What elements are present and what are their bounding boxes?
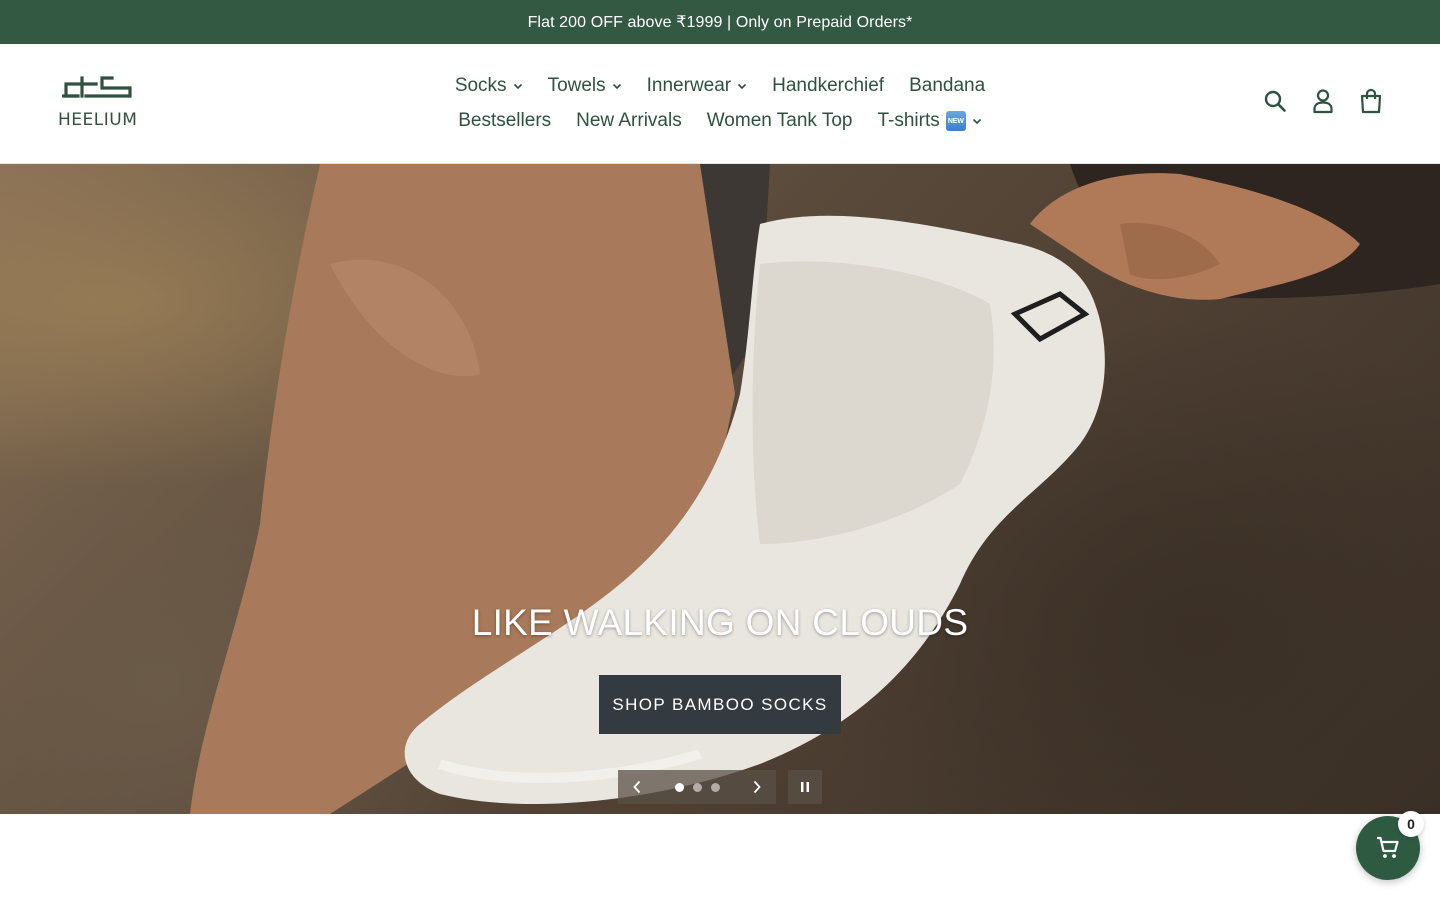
nav-label: Handkerchief — [772, 75, 885, 96]
shopping-cart-icon — [1377, 836, 1399, 858]
nav-item-new-arrivals[interactable]: New Arrivals — [564, 107, 695, 135]
chevron-down-icon — [972, 116, 982, 126]
chevron-right-icon[interactable] — [750, 780, 764, 794]
primary-nav-row-1: Socks Towels Innerwear Handkerchief Band… — [0, 72, 1440, 100]
announcement-text: Flat 200 OFF above ₹1999 | Only on Prepa… — [527, 14, 913, 31]
slide-dot[interactable] — [710, 782, 720, 792]
nav-label: New Arrivals — [576, 110, 682, 131]
nav-item-t-shirts[interactable]: T-shirts NEW — [865, 107, 994, 135]
nav-item-bestsellers[interactable]: Bestsellers — [446, 107, 564, 135]
slideshow-controls — [618, 770, 822, 804]
announcement-bar: Flat 200 OFF above ₹1999 | Only on Prepa… — [0, 0, 1440, 44]
nav-label: Bandana — [909, 75, 986, 96]
nav-label: Innerwear — [646, 75, 732, 96]
chevron-down-icon — [737, 81, 747, 91]
slideshow-dots — [674, 782, 720, 792]
chevron-down-icon — [612, 81, 622, 91]
account-icon[interactable] — [1310, 88, 1336, 114]
header-actions — [1262, 88, 1384, 114]
nav-label: Women Tank Top — [706, 110, 853, 131]
slide-dot[interactable] — [692, 782, 702, 792]
nav-item-bandana[interactable]: Bandana — [897, 72, 998, 100]
nav-item-women-tank-top[interactable]: Women Tank Top — [694, 107, 865, 135]
slide-dot[interactable] — [674, 782, 684, 792]
chevron-left-icon[interactable] — [630, 780, 644, 794]
nav-label: T-shirts — [877, 110, 940, 131]
chevron-down-icon — [513, 81, 523, 91]
site-header: HEELIUM Socks Towels Innerwear Handkerch… — [0, 44, 1440, 164]
hero-heading: LIKE WALKING ON CLOUDS — [471, 602, 969, 643]
nav-item-handkerchief[interactable]: Handkerchief — [760, 72, 897, 100]
new-badge: NEW — [945, 111, 966, 131]
slideshow-nav — [618, 770, 776, 804]
nav-item-socks[interactable]: Socks — [442, 72, 535, 100]
search-icon[interactable] — [1262, 88, 1288, 114]
nav-label: Towels — [547, 75, 606, 96]
hero-slideshow: LIKE WALKING ON CLOUDS SHOP BAMBOO SOCKS — [0, 164, 1440, 814]
nav-label: Bestsellers — [458, 110, 552, 131]
pause-button[interactable] — [788, 770, 822, 804]
cart-icon[interactable] — [1358, 88, 1384, 114]
nav-label: Socks — [454, 75, 507, 96]
cart-count-badge: 0 — [1398, 811, 1424, 837]
primary-nav-row-2: Bestsellers New Arrivals Women Tank Top … — [0, 107, 1440, 135]
shop-bamboo-socks-button[interactable]: SHOP BAMBOO SOCKS — [599, 675, 841, 734]
nav-item-innerwear[interactable]: Innerwear — [634, 72, 760, 100]
nav-item-towels[interactable]: Towels — [535, 72, 634, 100]
pause-icon — [801, 782, 809, 792]
